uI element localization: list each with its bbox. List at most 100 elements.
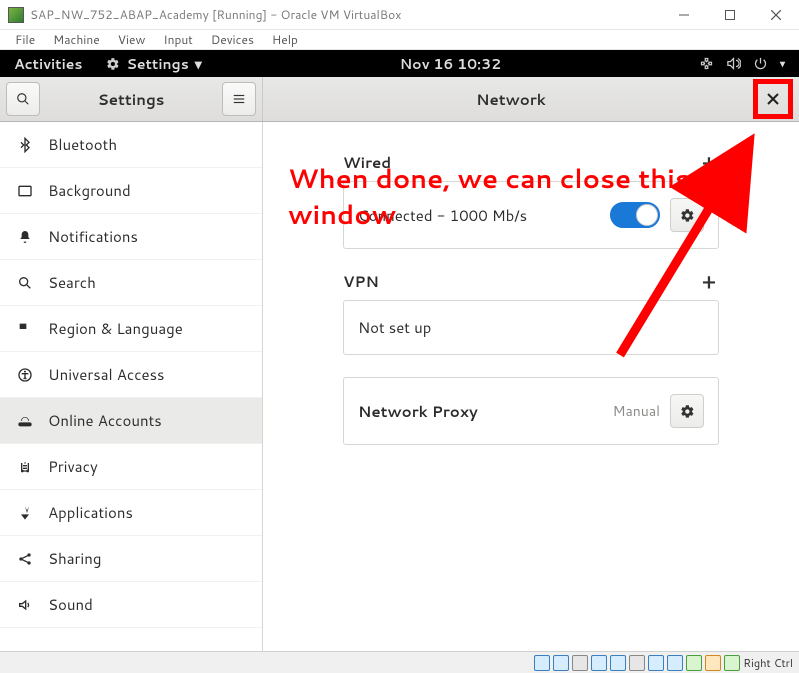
- sidebar-item-notifications[interactable]: Notifications: [0, 214, 262, 260]
- close-window-button[interactable]: [753, 0, 799, 30]
- settings-sidebar[interactable]: Bluetooth Background Notifications Search Re…: [0, 122, 263, 673]
- close-button[interactable]: [758, 84, 788, 114]
- vpn-heading: VPN: [343, 271, 379, 292]
- proxy-settings-button[interactable]: [670, 394, 704, 428]
- volume-icon: [726, 56, 741, 71]
- virtualbox-title-text: SAP_NW_752_ABAP_Academy [Running] - Orac…: [30, 6, 661, 23]
- virtualbox-icon: [8, 7, 24, 23]
- sidebar-item-online[interactable]: Online Accounts: [0, 398, 262, 444]
- vb-status-icon[interactable]: [534, 655, 550, 671]
- wired-connection-row[interactable]: Connected - 1000 Mb/s: [343, 181, 719, 249]
- sidebar-item-label: Bluetooth: [48, 134, 117, 155]
- online-icon: [16, 413, 34, 429]
- menu-input[interactable]: Input: [154, 31, 202, 48]
- menu-icon: [232, 92, 246, 106]
- virtualbox-titlebar: SAP_NW_752_ABAP_Academy [Running] - Orac…: [0, 0, 799, 30]
- sidebar-item-sharing[interactable]: Sharing: [0, 536, 262, 582]
- proxy-row[interactable]: Network Proxy Manual: [343, 377, 719, 445]
- wired-heading: Wired: [343, 152, 391, 173]
- vb-status-icon[interactable]: [591, 655, 607, 671]
- search-icon: [16, 275, 34, 291]
- chevron-down-icon: ▾: [195, 54, 202, 74]
- minimize-button[interactable]: [661, 0, 707, 30]
- proxy-label: Network Proxy: [358, 401, 603, 422]
- right-headerbar-title: Network: [269, 89, 753, 110]
- vpn-row[interactable]: Not set up: [343, 300, 719, 355]
- search-button[interactable]: [6, 82, 40, 116]
- gnome-top-panel: Activities Settings ▾ Nov 16 10:32 ▾: [0, 50, 799, 77]
- close-icon: [767, 93, 779, 105]
- menu-file[interactable]: File: [6, 31, 44, 48]
- region-icon: [16, 321, 34, 337]
- network-icon: [699, 56, 714, 71]
- sidebar-item-background[interactable]: Background: [0, 168, 262, 214]
- app-menu[interactable]: Settings ▾: [96, 54, 211, 74]
- sidebar-item-label: Background: [48, 180, 131, 201]
- vpn-status-text: Not set up: [358, 317, 704, 338]
- chevron-down-icon: ▾: [780, 57, 785, 71]
- sidebar-item-privacy[interactable]: Privacy: [0, 444, 262, 490]
- network-panel: Wired + Connected - 1000 Mb/s VPN + Not …: [263, 122, 799, 673]
- vb-status-icon[interactable]: [648, 655, 664, 671]
- activities-button[interactable]: Activities: [0, 54, 96, 74]
- menu-view[interactable]: View: [109, 31, 155, 48]
- virtualbox-statusbar: Right Ctrl: [0, 651, 799, 673]
- menu-devices[interactable]: Devices: [202, 31, 263, 48]
- sidebar-item-label: Online Accounts: [48, 410, 162, 431]
- gear-icon: [680, 208, 695, 223]
- vb-status-icon[interactable]: [572, 655, 588, 671]
- sidebar-item-region[interactable]: Region & Language: [0, 306, 262, 352]
- sidebar-item-search[interactable]: Search: [0, 260, 262, 306]
- sidebar-item-label: Notifications: [48, 226, 138, 247]
- background-icon: [16, 183, 34, 199]
- sidebar-item-sound[interactable]: Sound: [0, 582, 262, 628]
- sidebar-item-label: Search: [48, 272, 96, 293]
- vb-status-icon[interactable]: [686, 655, 702, 671]
- applications-icon: [16, 505, 34, 521]
- search-icon: [16, 92, 30, 106]
- panel-clock[interactable]: Nov 16 10:32: [390, 54, 511, 74]
- proxy-mode-text: Manual: [613, 401, 660, 421]
- menu-machine[interactable]: Machine: [44, 31, 109, 48]
- sidebar-item-label: Sound: [48, 594, 93, 615]
- notifications-icon: [16, 229, 34, 245]
- sidebar-item-label: Region & Language: [48, 318, 183, 339]
- sidebar-item-label: Sharing: [48, 548, 101, 569]
- sidebar-item-label: Universal Access: [48, 364, 165, 385]
- annotation-highlight-box: [753, 79, 793, 119]
- menu-help[interactable]: Help: [263, 31, 307, 48]
- add-wired-button[interactable]: +: [699, 153, 719, 173]
- sidebar-item-applications[interactable]: Applications: [0, 490, 262, 536]
- vb-status-icon[interactable]: [553, 655, 569, 671]
- headerbar: Settings Network: [0, 77, 799, 122]
- privacy-icon: [16, 459, 34, 475]
- hamburger-menu-button[interactable]: [222, 82, 256, 116]
- host-key-indicator: Right Ctrl: [743, 655, 793, 671]
- virtualbox-menubar: File Machine View Input Devices Help: [0, 30, 799, 50]
- vb-status-icon[interactable]: [610, 655, 626, 671]
- vb-status-icon[interactable]: [705, 655, 721, 671]
- gear-icon: [106, 57, 120, 71]
- bluetooth-icon: [16, 137, 34, 153]
- maximize-button[interactable]: [707, 0, 753, 30]
- sound-icon: [16, 597, 34, 613]
- vb-status-icon[interactable]: [629, 655, 645, 671]
- wired-status-text: Connected - 1000 Mb/s: [358, 205, 600, 226]
- vb-status-icon[interactable]: [667, 655, 683, 671]
- sharing-icon: [16, 551, 34, 567]
- sidebar-item-bluetooth[interactable]: Bluetooth: [0, 122, 262, 168]
- sidebar-item-label: Privacy: [48, 456, 98, 477]
- universal-icon: [16, 367, 34, 383]
- sidebar-item-universal[interactable]: Universal Access: [0, 352, 262, 398]
- sidebar-item-label: Applications: [48, 502, 133, 523]
- system-tray[interactable]: ▾: [689, 56, 799, 71]
- gear-icon: [680, 404, 695, 419]
- add-vpn-button[interactable]: +: [699, 272, 719, 292]
- gnome-settings-window: When done, we can close this window Sett…: [0, 77, 799, 673]
- wired-toggle[interactable]: [610, 202, 660, 228]
- left-headerbar-title: Settings: [46, 89, 216, 110]
- vb-status-icon[interactable]: [724, 655, 740, 671]
- power-icon: [753, 56, 768, 71]
- app-menu-label: Settings: [126, 54, 188, 74]
- wired-settings-button[interactable]: [670, 198, 704, 232]
